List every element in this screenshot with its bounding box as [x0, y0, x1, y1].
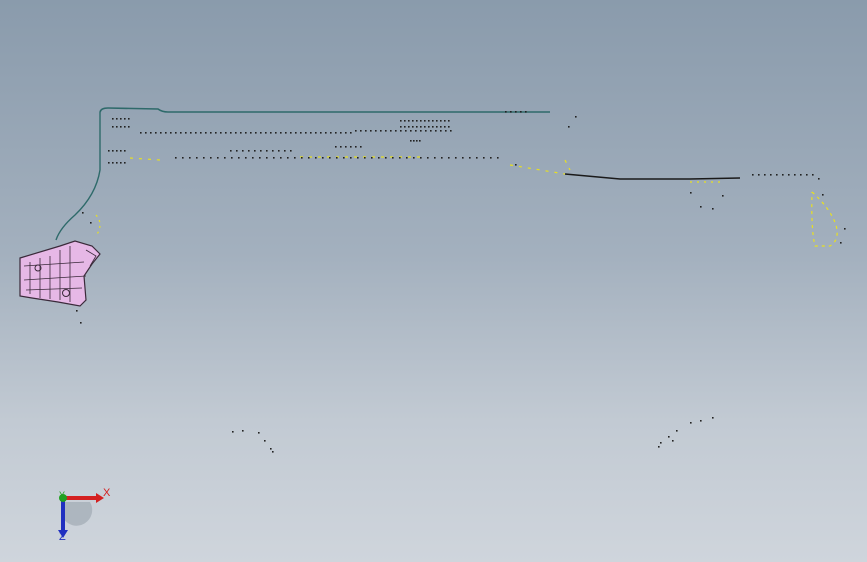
solid-part-bracket[interactable] — [19, 240, 101, 307]
triad-x-label: X — [103, 487, 111, 499]
view-orientation-triad: X Y Z — [40, 478, 120, 548]
triad-z-label: Z — [59, 531, 66, 543]
graphics-viewport[interactable]: X Y Z — [0, 0, 867, 562]
sketch-points — [76, 111, 846, 453]
model-geometry[interactable] — [0, 0, 867, 562]
triad-y-label: Y — [59, 490, 66, 500]
step-edge[interactable] — [564, 173, 741, 180]
construction-line-1 — [129, 156, 571, 175]
beam-left-profile[interactable] — [55, 112, 101, 241]
construction-arc — [95, 214, 101, 237]
beam-top-edge[interactable] — [99, 107, 550, 113]
construction-loop — [811, 191, 838, 247]
